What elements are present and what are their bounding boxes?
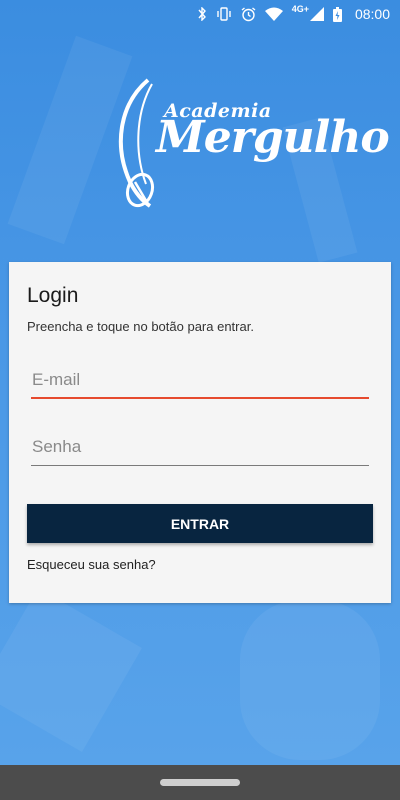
status-time: 08:00 [354, 6, 390, 22]
email-field [31, 365, 370, 399]
status-bar: 4G+ 08:00 [0, 0, 400, 28]
battery-charging-icon [332, 6, 342, 22]
email-input[interactable] [31, 365, 370, 395]
navigation-bar [0, 765, 400, 800]
login-card: Login Preencha e toque no botão para ent… [9, 262, 391, 603]
password-field [31, 432, 370, 466]
password-input[interactable] [31, 432, 370, 462]
wifi-icon [264, 7, 283, 21]
academia-mergulho-logo: Academia Mergulho [100, 72, 390, 222]
email-underline [31, 397, 369, 399]
signal-icon [309, 7, 324, 21]
home-gesture-handle[interactable] [160, 779, 240, 786]
login-button[interactable]: ENTRAR [27, 504, 373, 543]
bluetooth-icon [198, 7, 206, 21]
login-subtitle: Preencha e toque no botão para entrar. [27, 319, 254, 334]
password-underline [31, 465, 369, 466]
vibrate-icon [216, 7, 231, 21]
alarm-icon [241, 6, 256, 21]
login-title: Login [27, 284, 79, 307]
forgot-password-link[interactable]: Esqueceu sua senha? [27, 557, 156, 572]
network-type-label: 4G+ [291, 4, 309, 14]
logo-text-mergulho: Mergulho [156, 112, 390, 163]
